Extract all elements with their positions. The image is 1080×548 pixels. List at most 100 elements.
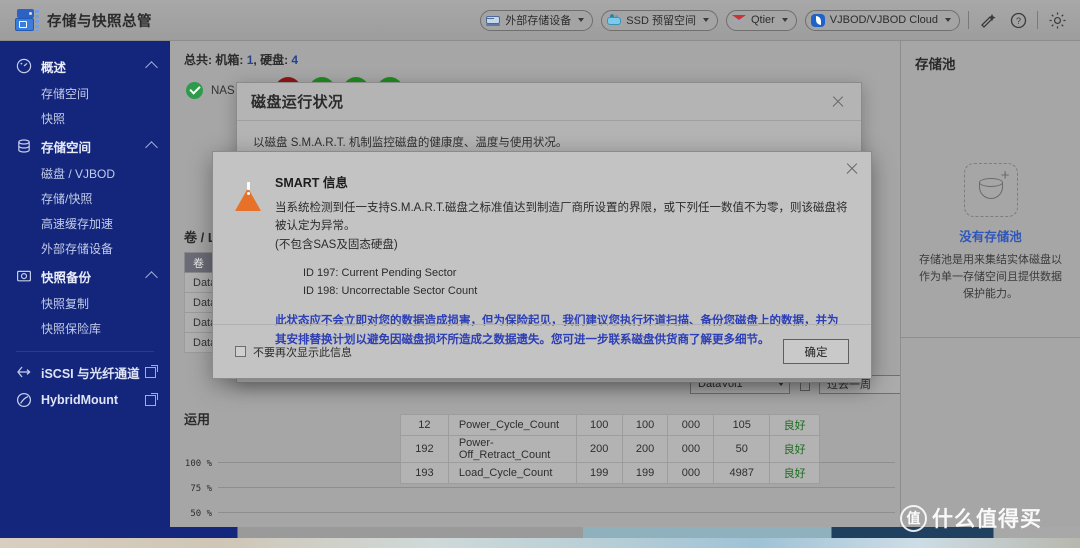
sidebar-item-overview-storage[interactable]: 存储空间 bbox=[0, 81, 170, 106]
attr-name: Power-Off_Retract_Count bbox=[447, 435, 577, 463]
vjbod-label: VJBOD/VJBOD Cloud bbox=[829, 14, 938, 26]
smart-id-list: ID 197: Current Pending Sector ID 198: U… bbox=[303, 264, 849, 300]
sidebar-item-label: 高速缓存加速 bbox=[41, 217, 114, 231]
dialog-subtitle: 以磁盘 S.M.A.R.T. 机制监控磁盘的健康度、温度与使用状况。 bbox=[253, 137, 568, 149]
sidebar-group-snapshot-backup[interactable]: 快照备份 bbox=[0, 261, 170, 291]
sidebar: 概述 存储空间 快照 存储空间 磁盘 / VJBOD 存储/快照 高速缓存加速 … bbox=[0, 41, 170, 527]
wizard-icon[interactable] bbox=[977, 9, 999, 31]
summary-line: 总共: 机箱: 1, 硬盘: 4 bbox=[184, 53, 299, 67]
taskbar bbox=[0, 527, 1080, 538]
close-icon[interactable] bbox=[829, 93, 847, 111]
sidebar-item-cache-acceleration[interactable]: 高速缓存加速 bbox=[0, 211, 170, 236]
smart-id-item: ID 198: Uncorrectable Sector Count bbox=[303, 285, 478, 298]
vjbod-icon bbox=[810, 13, 825, 27]
dialog-footer: 不要再次显示此信息 确定 bbox=[213, 324, 871, 378]
table-row[interactable]: 192 Power-Off_Retract_Count 200 200 000 … bbox=[400, 435, 820, 463]
table-row[interactable]: 12 Power_Cycle_Count 100 100 000 105 良好 bbox=[400, 414, 820, 436]
sidebar-group-label: 存储空间 bbox=[41, 140, 92, 155]
iscsi-icon bbox=[16, 364, 32, 380]
status-badge: 良好 bbox=[769, 435, 820, 463]
external-storage-icon bbox=[486, 14, 501, 27]
chevron-up-icon bbox=[145, 271, 158, 284]
attr-current: 100 bbox=[575, 414, 623, 436]
chevron-up-icon bbox=[145, 141, 158, 154]
sidebar-group-overview[interactable]: 概述 bbox=[0, 51, 170, 81]
sidebar-item-label: 快照 bbox=[41, 112, 66, 126]
storage-pool-empty-title: 没有存储池 bbox=[959, 230, 1022, 244]
vjbod-button[interactable]: VJBOD/VJBOD Cloud bbox=[804, 9, 960, 31]
attr-id: 193 bbox=[400, 462, 449, 484]
sidebar-group-label: 概述 bbox=[41, 60, 67, 75]
external-storage-label: 外部存储设备 bbox=[505, 15, 572, 27]
attr-name: Load_Cycle_Count bbox=[447, 462, 577, 484]
warning-triangle-icon bbox=[235, 174, 261, 211]
chevron-down-icon bbox=[702, 18, 709, 22]
sidebar-group-storage[interactable]: 存储空间 bbox=[0, 131, 170, 161]
title-bar: 存储与快照总管 外部存储设备 SSD 预留空间 Qtier VJBOD/VJBO… bbox=[0, 0, 1080, 41]
chevron-down-icon bbox=[578, 18, 585, 22]
storage-pool-panel: 存储池 + 没有存储池 存储池是用来集结实体磁盘以作为单一存储空间且提供数据保护… bbox=[900, 41, 1080, 527]
ssd-overprovisioning-button[interactable]: SSD 预留空间 bbox=[601, 9, 718, 31]
toolbar-divider bbox=[1037, 11, 1038, 29]
status-badge: 良好 bbox=[769, 414, 820, 436]
dont-show-again-label: 不要再次显示此信息 bbox=[253, 346, 352, 359]
y-tick-label: 50 % bbox=[190, 509, 212, 519]
summary-enclosure-label: 机箱: bbox=[215, 53, 244, 67]
sidebar-item-external-storage[interactable]: 外部存储设备 bbox=[0, 236, 170, 261]
svg-text:?: ? bbox=[1015, 16, 1020, 26]
dont-show-again-checkbox[interactable]: 不要再次显示此信息 bbox=[235, 344, 352, 360]
summary-disk-label: 硬盘: bbox=[260, 53, 289, 67]
camera-icon bbox=[16, 268, 32, 284]
chevron-up-icon bbox=[145, 61, 158, 74]
attr-raw: 4987 bbox=[713, 462, 771, 484]
qtier-icon bbox=[731, 14, 746, 27]
checkbox-box[interactable] bbox=[235, 346, 246, 357]
sidebar-item-label: 外部存储设备 bbox=[41, 242, 114, 256]
sidebar-item-disk-vjbod[interactable]: 磁盘 / VJBOD bbox=[0, 161, 170, 186]
sidebar-divider bbox=[16, 351, 154, 352]
storage-pool-empty-state: + 没有存储池 存储池是用来集结实体磁盘以作为单一存储空间且提供数据保护能力。 bbox=[901, 163, 1080, 303]
settings-gear-icon[interactable] bbox=[1046, 9, 1068, 31]
sidebar-item-snapshot-replica[interactable]: 快照复制 bbox=[0, 291, 170, 316]
dialog-body: SMART 信息 当系统检测到任一支持S.M.A.R.T.磁盘之标准值达到制造厂… bbox=[213, 152, 871, 349]
y-tick-label: 100 % bbox=[185, 459, 213, 469]
chevron-down-icon bbox=[781, 18, 788, 22]
summary-prefix: 总共 bbox=[184, 53, 209, 67]
ok-button[interactable]: 确定 bbox=[783, 339, 849, 364]
sidebar-link-label: HybridMount bbox=[41, 393, 119, 407]
attr-id: 192 bbox=[400, 435, 449, 463]
external-storage-button[interactable]: 外部存储设备 bbox=[480, 9, 594, 31]
ssd-overprovisioning-icon bbox=[607, 13, 622, 27]
desktop-strip bbox=[0, 538, 1080, 548]
sidebar-item-storage-snapshot[interactable]: 存储/快照 bbox=[0, 186, 170, 211]
attr-threshold: 000 bbox=[667, 462, 715, 484]
table-row[interactable]: 193 Load_Cycle_Count 199 199 000 4987 良好 bbox=[400, 462, 820, 484]
help-icon[interactable]: ? bbox=[1007, 9, 1029, 31]
sidebar-item-overview-snapshot[interactable]: 快照 bbox=[0, 106, 170, 131]
summary-disk-count: 4 bbox=[291, 53, 299, 67]
y-tick-label: 75 % bbox=[190, 484, 212, 494]
gauge-icon bbox=[16, 58, 32, 74]
dialog-header: 磁盘运行状况 bbox=[237, 83, 861, 121]
sidebar-item-label: 磁盘 / VJBOD bbox=[41, 167, 116, 181]
sidebar-item-snapshot-vault[interactable]: 快照保险库 bbox=[0, 316, 170, 341]
app-title: 存储与快照总管 bbox=[47, 13, 152, 30]
qtier-button[interactable]: Qtier bbox=[725, 9, 797, 31]
sidebar-item-label: 存储空间 bbox=[41, 87, 90, 101]
smart-id-item: ID 197: Current Pending Sector bbox=[303, 267, 457, 280]
add-storage-pool-icon[interactable]: + bbox=[963, 163, 1018, 217]
hybridmount-icon bbox=[16, 392, 32, 408]
dialog-heading: SMART 信息 bbox=[275, 176, 348, 190]
attr-threshold: 000 bbox=[667, 414, 715, 436]
attr-threshold: 000 bbox=[667, 435, 715, 463]
dialog-description: 当系统检测到任一支持S.M.A.R.T.磁盘之标准值达到制造厂商所设置的界限，或… bbox=[275, 199, 849, 254]
toolbar: 外部存储设备 SSD 预留空间 Qtier VJBOD/VJBOD Cloud … bbox=[480, 9, 1080, 31]
description-line-1: 当系统检测到任一支持S.M.A.R.T.磁盘之标准值达到制造厂商所设置的界限，或… bbox=[275, 202, 848, 233]
close-icon[interactable] bbox=[843, 160, 861, 178]
sidebar-item-iscsi-fibre-channel[interactable]: iSCSI 与光纤通道 bbox=[0, 358, 170, 386]
sidebar-item-label: 快照复制 bbox=[41, 297, 90, 311]
dialog-title: 磁盘运行状况 bbox=[251, 94, 344, 111]
panel-divider bbox=[901, 337, 1080, 338]
external-link-icon bbox=[145, 364, 158, 378]
sidebar-item-hybridmount[interactable]: HybridMount bbox=[0, 386, 170, 414]
